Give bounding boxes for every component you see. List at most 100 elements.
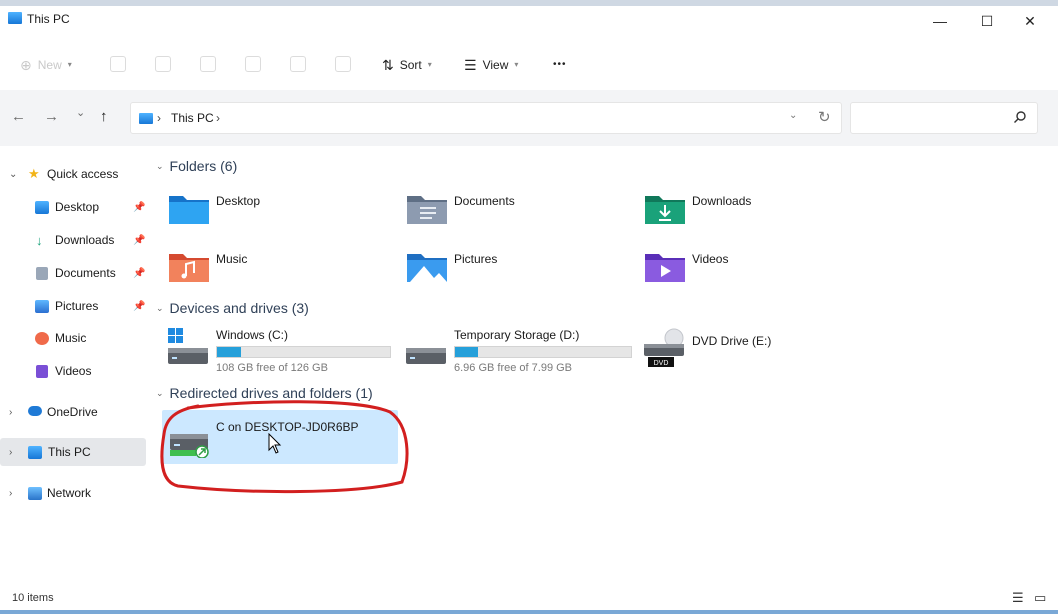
chevron-right-icon[interactable]: › <box>9 488 12 499</box>
refresh-button[interactable]: ↻ <box>818 108 831 126</box>
forward-button[interactable]: → <box>44 108 59 125</box>
more-options-button[interactable]: ••• <box>553 54 567 76</box>
view-label: View <box>482 58 509 72</box>
sidebar-item-desktop[interactable]: Desktop 📌 <box>0 193 146 221</box>
sidebar-item-music[interactable]: Music <box>0 324 146 352</box>
up-button[interactable]: ↑ <box>100 108 108 125</box>
mouse-cursor-icon <box>268 433 282 454</box>
folder-name: Pictures <box>454 252 498 266</box>
sidebar-item-network[interactable]: › Network <box>0 479 146 507</box>
sidebar-item-label: Music <box>55 331 87 345</box>
folder-name: Documents <box>454 194 515 208</box>
folder-desktop[interactable]: Desktop <box>150 188 386 244</box>
paste-icon[interactable] <box>200 56 216 72</box>
sidebar-item-onedrive[interactable]: › OneDrive <box>0 398 146 426</box>
drive-d[interactable]: Temporary Storage (D:) 6.96 GB free of 7… <box>388 328 632 374</box>
network-drive-icon <box>170 434 209 458</box>
pin-icon: 📌 <box>133 267 146 279</box>
maximize-button[interactable]: ☐ <box>967 8 1007 34</box>
sidebar-item-label: Videos <box>55 364 92 378</box>
sidebar-item-quick-access[interactable]: ⌄ ★ Quick access <box>0 160 146 188</box>
item-count: 10 items <box>12 592 54 604</box>
sidebar-item-label: OneDrive <box>47 405 98 419</box>
group-header-folders[interactable]: ⌄ Folders (6) <box>156 158 237 174</box>
this-pc-icon <box>139 113 153 124</box>
cut-icon[interactable] <box>110 56 126 72</box>
sidebar-item-videos[interactable]: Videos <box>0 357 146 385</box>
sort-button[interactable]: ⇅ Sort ▾ <box>382 54 432 76</box>
sidebar-item-this-pc[interactable]: › This PC <box>0 438 146 466</box>
copy-icon[interactable] <box>155 56 171 72</box>
folder-music[interactable]: Music <box>150 246 386 302</box>
chevron-down-icon: ⌄ <box>156 387 164 398</box>
sidebar-item-label: This PC <box>48 445 91 459</box>
close-button[interactable]: ✕ <box>1010 8 1050 34</box>
chevron-down-icon: ⌄ <box>156 302 164 313</box>
chevron-right-icon[interactable]: › <box>9 407 12 418</box>
breadcrumb-chevron[interactable]: › <box>216 111 220 125</box>
music-folder-icon <box>169 254 209 282</box>
folder-videos[interactable]: Videos <box>626 246 862 302</box>
breadcrumb-chevron[interactable]: › <box>157 111 161 125</box>
sort-icon: ⇅ <box>382 57 394 73</box>
folder-name: Music <box>216 252 248 266</box>
drive-name: Windows (C:) <box>216 328 289 342</box>
sidebar-item-label: Quick access <box>47 167 119 181</box>
sidebar-item-label: Desktop <box>55 200 100 214</box>
chevron-down-icon[interactable]: ⌄ <box>9 169 17 180</box>
sidebar-item-label: Downloads <box>55 233 115 247</box>
drive-e[interactable]: DVD DVD Drive (E:) <box>626 328 862 374</box>
drive-free-space: 6.96 GB free of 7.99 GB <box>454 362 573 374</box>
back-button[interactable]: ← <box>11 108 26 125</box>
drive-name: Temporary Storage (D:) <box>454 328 580 342</box>
navigation-pane: ⌄ ★ Quick access Desktop 📌 ↓ Downloads 📌… <box>0 146 150 586</box>
search-icon <box>1014 111 1026 123</box>
pictures-icon <box>35 299 49 313</box>
sidebar-item-pictures[interactable]: Pictures 📌 <box>0 292 146 320</box>
pin-icon: 📌 <box>133 201 146 213</box>
share-icon[interactable] <box>290 56 306 72</box>
sidebar-item-label: Network <box>47 486 92 500</box>
address-bar[interactable]: › This PC › ⌄ ↻ <box>130 102 842 134</box>
view-button[interactable]: ☰ View ▾ <box>464 54 518 76</box>
documents-folder-icon <box>407 196 447 224</box>
new-icon: ⊕ <box>20 57 32 73</box>
documents-icon <box>36 266 48 280</box>
sort-label: Sort <box>399 58 422 72</box>
sidebar-item-documents[interactable]: Documents 📌 <box>0 259 146 287</box>
address-dropdown-button[interactable]: ⌄ <box>789 110 797 121</box>
delete-icon[interactable] <box>335 56 351 72</box>
windows-drive-icon <box>168 328 208 364</box>
recent-locations-button[interactable]: ⌄ <box>76 106 85 119</box>
downloads-folder-icon <box>645 196 685 224</box>
group-header-devices[interactable]: ⌄ Devices and drives (3) <box>156 300 309 316</box>
minimize-button[interactable]: — <box>920 8 960 34</box>
chevron-down-icon: ▾ <box>67 60 72 69</box>
star-icon: ★ <box>28 166 40 181</box>
tiles-view-button[interactable]: ▭ <box>1034 590 1046 606</box>
drive-name: DVD Drive (E:) <box>692 334 772 348</box>
folder-name: Downloads <box>692 194 752 208</box>
details-view-button[interactable]: ☰ <box>1012 590 1024 606</box>
sidebar-item-downloads[interactable]: ↓ Downloads 📌 <box>0 226 146 254</box>
taskbar-edge <box>0 610 1058 614</box>
search-input[interactable] <box>850 102 1038 134</box>
title-bar: This PC — ☐ ✕ <box>0 0 1058 40</box>
folder-downloads[interactable]: Downloads <box>626 188 862 244</box>
chevron-down-icon: ▾ <box>427 60 432 69</box>
drive-c[interactable]: Windows (C:) 108 GB free of 126 GB <box>150 328 391 374</box>
drive-usage-bar <box>454 346 632 358</box>
navigation-bar: ← → ⌄ ↑ › This PC › ⌄ ↻ <box>0 90 1058 146</box>
new-button[interactable]: ⊕ New ▾ <box>20 54 72 76</box>
folder-pictures[interactable]: Pictures <box>388 246 624 302</box>
rename-icon[interactable] <box>245 56 261 72</box>
folder-documents[interactable]: Documents <box>388 188 624 244</box>
drive-free-space: 108 GB free of 126 GB <box>216 362 328 374</box>
breadcrumb-this-pc[interactable]: This PC <box>171 111 214 125</box>
folder-name: Videos <box>692 252 729 266</box>
chevron-right-icon[interactable]: › <box>9 447 12 458</box>
group-header-redirected[interactable]: ⌄ Redirected drives and folders (1) <box>156 385 373 401</box>
videos-icon <box>36 364 48 378</box>
window-title: This PC <box>27 12 70 26</box>
sidebar-item-label: Documents <box>55 266 116 280</box>
